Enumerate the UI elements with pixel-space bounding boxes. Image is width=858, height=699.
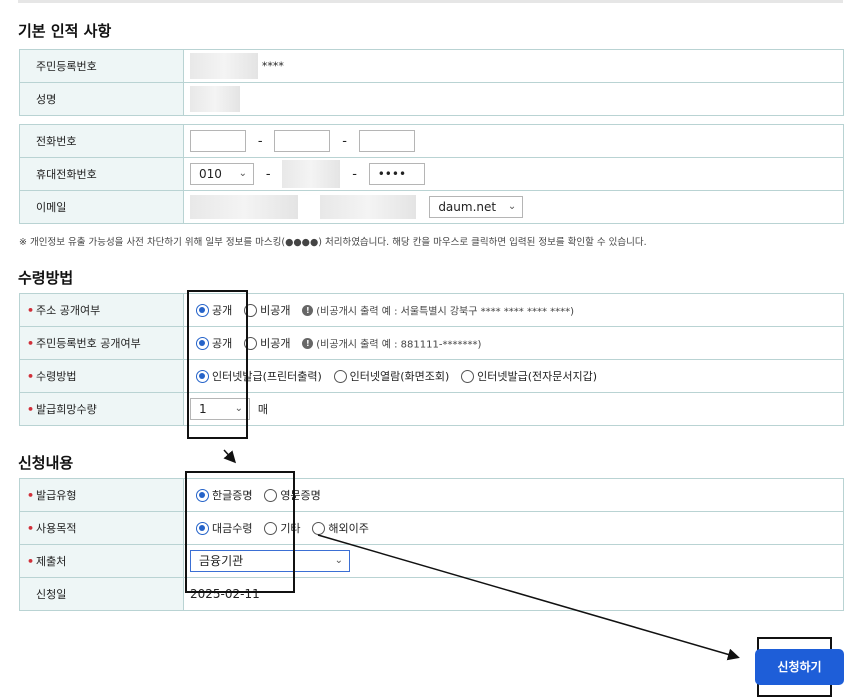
submit-button[interactable]: 신청하기 bbox=[755, 649, 844, 685]
arrow-down-icon bbox=[223, 449, 237, 464]
annotation-arrows bbox=[223, 449, 740, 661]
arrow-to-submit-icon bbox=[317, 534, 740, 661]
